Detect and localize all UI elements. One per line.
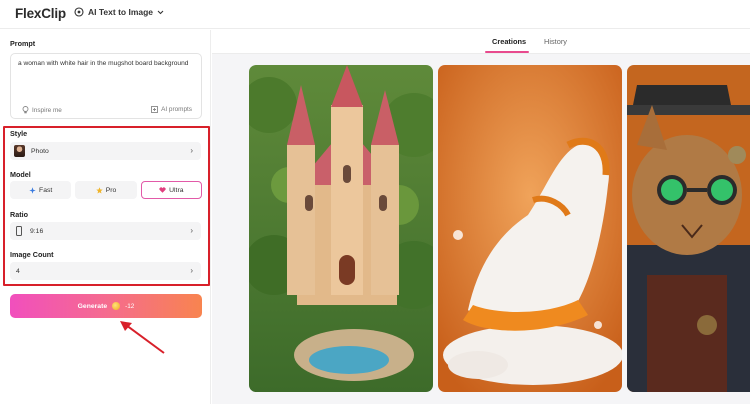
image-count-label: Image Count xyxy=(10,250,54,259)
photo-style-thumbnail xyxy=(14,145,25,157)
top-bar: FlexClip AI Text to Image xyxy=(0,0,750,29)
model-pro-button[interactable]: Pro xyxy=(75,181,137,199)
gallery-area: Creations History xyxy=(212,30,750,404)
fast-icon xyxy=(29,186,36,194)
tab-history[interactable]: History xyxy=(544,37,567,46)
flexclip-logo[interactable]: FlexClip xyxy=(15,6,66,21)
logo-text: FlexClip xyxy=(15,6,66,21)
tool-selector[interactable]: AI Text to Image xyxy=(74,7,164,17)
ai-image-icon xyxy=(74,7,84,17)
pro-icon xyxy=(96,186,103,193)
chevron-right-icon: › xyxy=(190,226,193,235)
chevron-right-icon: › xyxy=(190,266,193,275)
style-label: Style xyxy=(10,129,28,138)
generate-label: Generate xyxy=(77,302,108,310)
generated-image-castle[interactable] xyxy=(249,65,433,392)
prompt-textarea[interactable]: a woman with white hair in the mugshot b… xyxy=(10,53,202,119)
model-pro-label: Pro xyxy=(105,186,117,194)
generate-button[interactable]: Generate -12 xyxy=(10,294,202,318)
castle-image xyxy=(249,65,433,392)
chevron-right-icon: › xyxy=(190,146,193,155)
tab-creations[interactable]: Creations xyxy=(492,37,526,46)
ratio-label: Ratio xyxy=(10,210,28,219)
lightbulb-icon xyxy=(22,106,29,114)
model-fast-button[interactable]: Fast xyxy=(10,181,72,199)
settings-panel: Prompt a woman with white hair in the mu… xyxy=(0,30,211,404)
generated-image-sneaker[interactable] xyxy=(438,65,622,392)
heart-icon xyxy=(159,187,166,193)
chevron-down-icon xyxy=(157,10,164,14)
active-tab-indicator xyxy=(485,51,529,53)
model-ultra-label: Ultra xyxy=(169,186,184,194)
style-value: Photo xyxy=(31,147,49,155)
prompt-text: a woman with white hair in the mugshot b… xyxy=(18,60,189,67)
credit-coin-icon xyxy=(112,302,121,310)
ratio-select[interactable]: 9:16 › xyxy=(10,222,201,240)
prompt-label: Prompt xyxy=(10,39,36,48)
ai-prompts-label: AI prompts xyxy=(161,106,192,113)
ratio-value: 9:16 xyxy=(30,227,44,235)
sneaker-image xyxy=(438,65,622,392)
ai-prompts-icon xyxy=(151,106,159,113)
inspire-me-button[interactable]: Inspire me xyxy=(22,106,62,114)
style-select[interactable]: Photo › xyxy=(10,142,201,160)
model-ultra-button[interactable]: Ultra xyxy=(140,181,202,199)
model-fast-label: Fast xyxy=(39,186,53,194)
gallery-tabs: Creations History xyxy=(212,30,750,54)
annotation-arrow-icon xyxy=(120,321,165,354)
ai-prompts-button[interactable]: AI prompts xyxy=(151,106,192,113)
model-options: Fast Pro Ultra xyxy=(10,181,202,199)
generated-image-cat[interactable] xyxy=(627,65,750,392)
generate-credits: -12 xyxy=(125,302,135,310)
inspire-me-label: Inspire me xyxy=(32,106,62,114)
image-count-select[interactable]: 4 › xyxy=(10,262,201,280)
tool-selector-label: AI Text to Image xyxy=(88,7,154,17)
model-label: Model xyxy=(10,170,31,179)
image-count-value: 4 xyxy=(16,267,20,275)
portrait-ratio-icon xyxy=(16,226,22,236)
cat-image xyxy=(627,65,750,392)
